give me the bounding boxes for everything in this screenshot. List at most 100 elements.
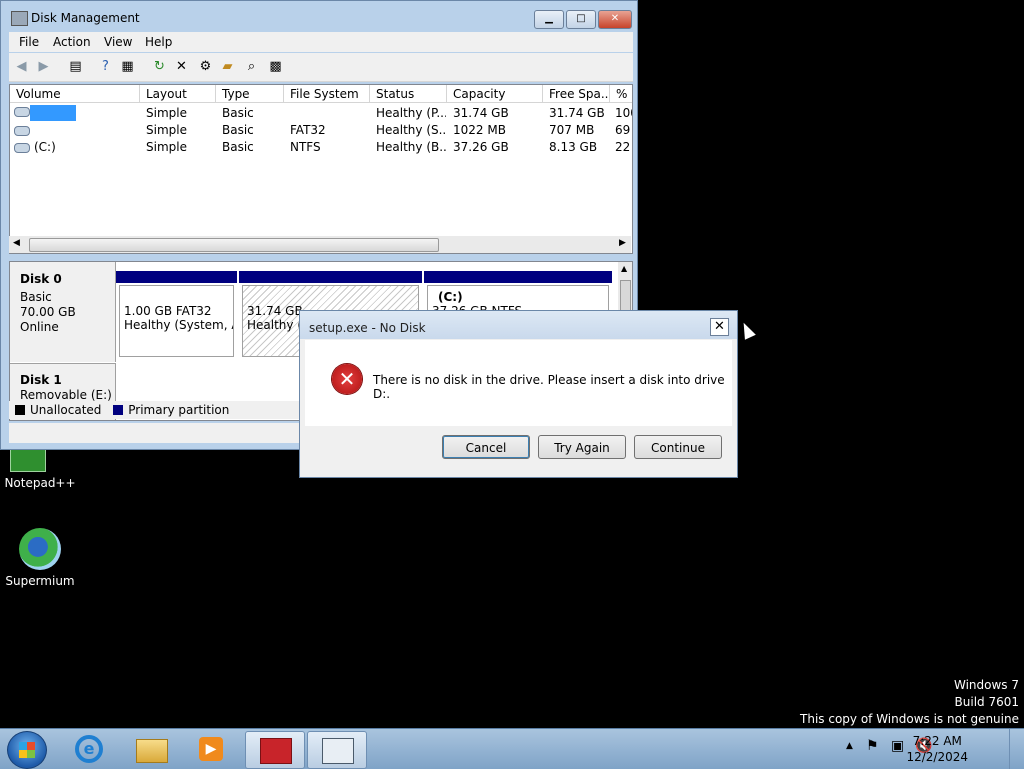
column-header-free-space[interactable]: Free Spa... — [543, 85, 610, 103]
close-button[interactable]: ✕ — [598, 10, 632, 29]
cell-percent-free: 100 — [615, 106, 632, 120]
cell-capacity: 37.26 GB — [453, 140, 509, 154]
properties-icon[interactable]: ▦ — [119, 58, 136, 75]
volume-name-selected[interactable] — [30, 105, 76, 121]
continue-button[interactable]: Continue — [634, 435, 722, 459]
partition-system[interactable]: 1.00 GB FAT32 Healthy (System, Ac — [116, 271, 237, 357]
column-header-type[interactable]: Type — [216, 85, 284, 103]
back-icon[interactable]: ◀ — [13, 58, 30, 75]
table-row[interactable]: Simple Basic FAT32 Healthy (S... 1022 MB… — [10, 122, 632, 139]
column-header-percent-free[interactable]: % F — [610, 85, 632, 103]
menu-view[interactable]: View — [104, 35, 132, 49]
disk-management-icon — [322, 738, 354, 764]
cell-status: Healthy (P... — [376, 106, 446, 120]
disk-management-icon — [11, 11, 28, 26]
drive-icon — [14, 107, 30, 117]
delete-icon[interactable]: ✕ — [173, 58, 190, 75]
dialog-message: There is no disk in the drive. Please in… — [373, 373, 725, 401]
no-disk-dialog[interactable]: setup.exe - No Disk ✕ ✕ There is no disk… — [299, 310, 738, 478]
taskbar-disk-management[interactable] — [307, 731, 367, 769]
watermark-line: Build 7601 — [954, 695, 1019, 709]
toolbox-icon — [260, 738, 292, 764]
disk-name: Disk 0 — [20, 272, 62, 286]
open-folder-icon[interactable]: ▰ — [219, 58, 236, 75]
window-titlebar[interactable]: Disk Management ▁ □ ✕ — [1, 1, 637, 31]
mouse-cursor-icon — [738, 320, 756, 340]
cancel-button[interactable]: Cancel — [442, 435, 530, 459]
maximize-button[interactable]: □ — [566, 10, 596, 29]
cell-status: Healthy (S... — [376, 123, 446, 137]
cell-type: Basic — [222, 106, 254, 120]
action-center-flag-icon[interactable]: ⚑ — [866, 738, 879, 754]
media-player-icon: ▶ — [199, 737, 223, 761]
menu-action[interactable]: Action — [53, 35, 91, 49]
show-hidden-icons-icon[interactable]: ▲ — [846, 741, 853, 751]
cell-file-system: NTFS — [290, 140, 321, 154]
column-header-volume[interactable]: Volume — [10, 85, 140, 103]
menu-help[interactable]: Help — [145, 35, 172, 49]
rescan-icon[interactable]: ▩ — [267, 58, 284, 75]
window-title: Disk Management — [31, 11, 140, 25]
column-header-file-system[interactable]: File System — [284, 85, 370, 103]
settings-icon[interactable]: ⚙ — [197, 58, 214, 75]
cell-free-space: 31.74 GB — [549, 106, 605, 120]
start-button[interactable] — [7, 731, 47, 769]
clock-time: 7:22 AM — [912, 734, 962, 748]
minimize-button[interactable]: ▁ — [534, 10, 564, 29]
windows-logo-icon — [19, 742, 35, 758]
search-icon[interactable]: ⌕ — [243, 58, 260, 75]
menu-file[interactable]: File — [19, 35, 39, 49]
table-row[interactable]: (C:) Simple Basic NTFS Healthy (B... 37.… — [10, 139, 632, 156]
console-tree-icon[interactable]: ▤ — [67, 58, 84, 75]
scroll-right-icon[interactable]: ▶ — [619, 238, 626, 248]
partition-bar — [239, 271, 422, 283]
drive-icon — [14, 143, 30, 153]
column-header-status[interactable]: Status — [370, 85, 447, 103]
partition-name: (C:) — [438, 290, 463, 304]
cell-percent-free: 69 — [615, 123, 631, 137]
drive-icon — [14, 126, 30, 136]
legend-swatch-unallocated — [15, 405, 25, 415]
disk-size: 70.00 GB — [20, 305, 76, 319]
windows-watermark: Windows 7 Build 7601 This copy of Window… — [800, 677, 1019, 728]
taskbar-ie[interactable]: e — [60, 731, 118, 767]
scroll-left-icon[interactable]: ◀ — [13, 238, 20, 248]
legend-unallocated: Unallocated — [30, 403, 102, 417]
dialog-body: ✕ There is no disk in the drive. Please … — [305, 340, 732, 426]
cell-layout: Simple — [146, 106, 187, 120]
cell-status: Healthy (B... — [376, 140, 446, 154]
disk-0-label[interactable]: Disk 0 Basic 70.00 GB Online — [10, 262, 116, 362]
legend-swatch-primary — [113, 405, 124, 415]
cell-capacity: 31.74 GB — [453, 106, 509, 120]
system-clock[interactable]: 7:22 AM 12/2/2024 — [906, 733, 968, 765]
horizontal-scrollbar[interactable]: ◀ ▶ — [9, 236, 631, 253]
partition-status: Healthy (System, Ac — [124, 318, 234, 332]
supermium-icon — [19, 528, 61, 570]
folder-icon — [136, 739, 168, 763]
disk-state: Online — [20, 320, 59, 334]
dialog-titlebar[interactable]: setup.exe - No Disk ✕ — [300, 311, 737, 339]
desktop-icon-notepadpp[interactable]: Notepad++ — [0, 448, 80, 490]
cell-layout: Simple — [146, 140, 187, 154]
scroll-up-icon[interactable]: ▲ — [621, 264, 627, 273]
column-header-layout[interactable]: Layout — [140, 85, 216, 103]
network-icon[interactable]: ▣ — [891, 738, 904, 754]
taskbar-explorer[interactable] — [122, 731, 180, 767]
forward-icon[interactable]: ▶ — [35, 58, 52, 75]
scroll-thumb[interactable] — [620, 280, 631, 312]
partition-bar — [424, 271, 612, 283]
dialog-title: setup.exe - No Disk — [309, 321, 426, 335]
scroll-thumb[interactable] — [29, 238, 439, 252]
cell-file-system: FAT32 — [290, 123, 326, 137]
try-again-button[interactable]: Try Again — [538, 435, 626, 459]
table-row[interactable]: Simple Basic Healthy (P... 31.74 GB 31.7… — [10, 105, 632, 122]
desktop-icon-supermium[interactable]: Supermium — [0, 528, 80, 588]
column-header-capacity[interactable]: Capacity — [447, 85, 543, 103]
show-desktop-button[interactable] — [1009, 729, 1024, 769]
taskbar-setup[interactable] — [245, 731, 305, 769]
dialog-close-button[interactable]: ✕ — [710, 318, 729, 336]
refresh-icon[interactable]: ↻ — [151, 58, 168, 75]
taskbar-media-player[interactable]: ▶ — [182, 731, 240, 767]
help-icon[interactable]: ? — [97, 58, 114, 75]
taskbar: e ▶ ▲ ⚑ ▣ 🔇 7:22 AM 12/2/2024 — [0, 728, 1024, 769]
